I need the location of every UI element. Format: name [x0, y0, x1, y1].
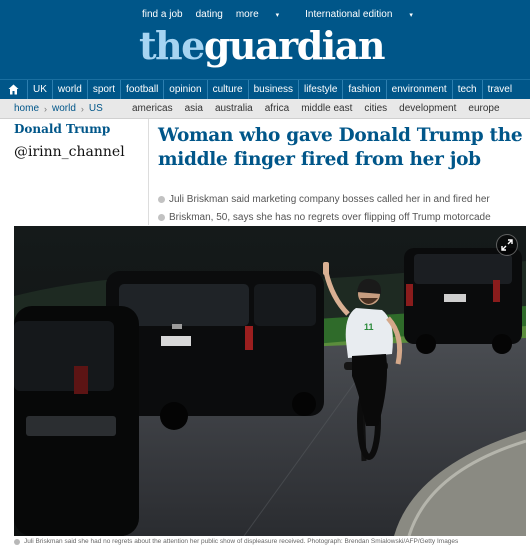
- chevron-right-icon: ›: [80, 103, 84, 114]
- section-uk[interactable]: UK: [28, 79, 53, 100]
- photo-illustration: 11: [14, 226, 526, 536]
- standfirst-item: Briskman, 50, says she has no regrets ov…: [158, 208, 528, 226]
- standfirst: Juli Briskman said marketing company bos…: [158, 190, 528, 226]
- section-environment[interactable]: environment: [387, 79, 453, 100]
- photo-caption: Juli Briskman said she had no regrets ab…: [14, 537, 526, 546]
- section-football[interactable]: football: [121, 79, 165, 100]
- home-icon[interactable]: [0, 79, 28, 100]
- top-nav: find a job dating more ▾ International e…: [142, 9, 439, 20]
- edition-menu[interactable]: International edition ▾: [305, 9, 426, 20]
- region-cities[interactable]: cities: [364, 103, 387, 114]
- caption-text: Juli Briskman said she had no regrets ab…: [24, 538, 459, 545]
- region-middle-east[interactable]: middle east: [301, 103, 352, 114]
- region-americas[interactable]: americas: [132, 103, 173, 114]
- expand-icon[interactable]: [496, 234, 518, 256]
- edition-label: International edition: [305, 9, 393, 20]
- watermark-handle: @irinn_channel: [14, 144, 125, 160]
- logo-guardian: guardian: [203, 23, 386, 68]
- section-fashion[interactable]: fashion: [343, 79, 387, 100]
- article-headline: Woman who gave Donald Trump the middle f…: [158, 125, 523, 170]
- section-tech[interactable]: tech: [453, 79, 483, 100]
- region-development[interactable]: development: [399, 103, 456, 114]
- divider: [148, 119, 149, 225]
- series-label[interactable]: Donald Trump: [14, 122, 110, 136]
- region-asia[interactable]: asia: [185, 103, 203, 114]
- more-menu[interactable]: more ▾: [236, 9, 292, 20]
- section-world[interactable]: world: [53, 79, 88, 100]
- chevron-down-icon: ▾: [407, 12, 413, 19]
- masthead: find a job dating more ▾ International e…: [0, 0, 530, 79]
- bullet-icon: [158, 195, 165, 203]
- sub-nav: home › world › US americas asia australi…: [0, 99, 530, 119]
- breadcrumb-home[interactable]: home: [14, 103, 39, 114]
- chevron-down-icon: ▾: [273, 12, 280, 19]
- standfirst-item: Juli Briskman said marketing company bos…: [158, 190, 528, 208]
- find-a-job-link[interactable]: find a job: [142, 9, 183, 20]
- bullet-icon: [158, 213, 165, 221]
- guardian-logo[interactable]: theguardian: [139, 23, 386, 68]
- standfirst-text: Juli Briskman said marketing company bos…: [169, 193, 490, 205]
- section-sport[interactable]: sport: [88, 79, 122, 100]
- section-lifestyle[interactable]: lifestyle: [299, 79, 344, 100]
- svg-text:11: 11: [364, 322, 374, 332]
- region-australia[interactable]: australia: [215, 103, 253, 114]
- logo-the: the: [139, 23, 205, 68]
- main-photo[interactable]: 11: [14, 226, 526, 536]
- region-links: americas asia australia africa middle ea…: [132, 103, 500, 114]
- camera-icon: [14, 538, 20, 545]
- region-africa[interactable]: africa: [265, 103, 289, 114]
- section-culture[interactable]: culture: [208, 79, 249, 100]
- section-travel[interactable]: travel: [483, 80, 517, 100]
- chevron-right-icon: ›: [44, 103, 48, 114]
- section-business[interactable]: business: [249, 79, 300, 100]
- breadcrumb-us[interactable]: US: [89, 103, 103, 114]
- breadcrumb-world[interactable]: world: [52, 103, 76, 114]
- section-nav: UK world sport football opinion culture …: [0, 79, 530, 100]
- breadcrumb: home › world › US: [0, 103, 132, 114]
- more-label: more: [235, 9, 259, 20]
- region-europe[interactable]: europe: [468, 103, 499, 114]
- standfirst-text: Briskman, 50, says she has no regrets ov…: [169, 211, 491, 223]
- dating-link[interactable]: dating: [196, 9, 223, 20]
- section-opinion[interactable]: opinion: [164, 79, 208, 100]
